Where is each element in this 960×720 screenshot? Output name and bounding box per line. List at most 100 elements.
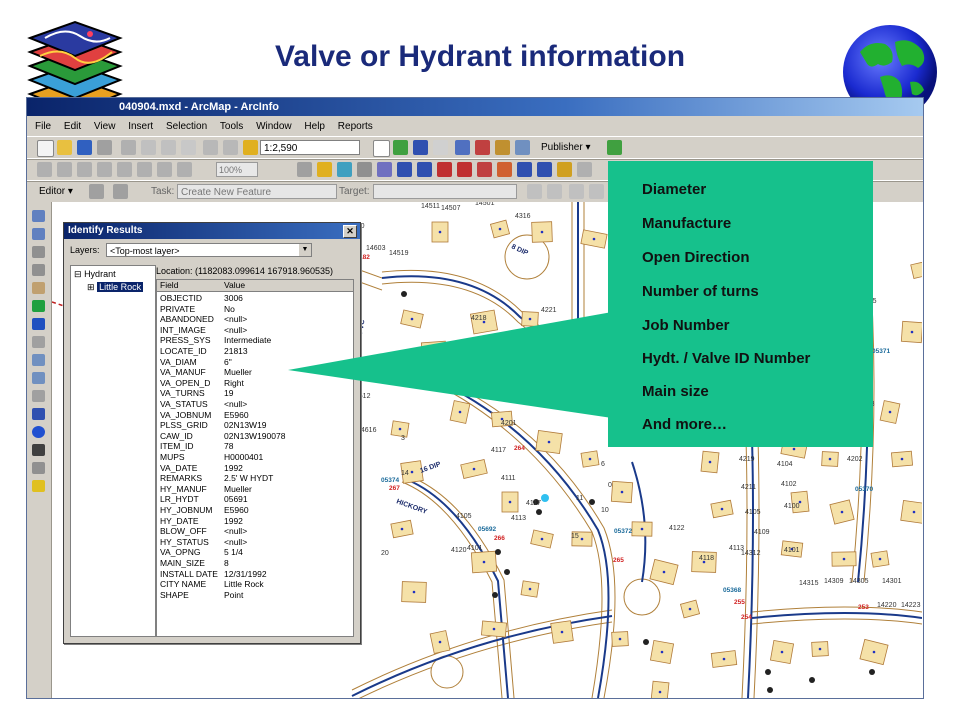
hand-pan-icon[interactable]	[32, 282, 45, 294]
attribute-row[interactable]: VA_OPNG 5 1/4	[157, 547, 353, 558]
print-icon[interactable]	[97, 140, 112, 155]
table-icon[interactable]	[475, 140, 490, 155]
undo-icon[interactable]	[203, 140, 218, 155]
value-column-header[interactable]: Value	[224, 280, 245, 291]
menu-insert[interactable]: Insert	[128, 121, 153, 132]
field-column-header[interactable]: Field	[160, 280, 178, 291]
report-icon[interactable]	[515, 140, 530, 155]
attribute-row[interactable]: VA_TURNS 19	[157, 388, 353, 399]
new-icon[interactable]	[37, 140, 54, 157]
sketch-tool-icon[interactable]	[113, 184, 128, 199]
zoom-in-fixed-icon[interactable]	[37, 162, 52, 177]
hyperlink-icon[interactable]	[32, 480, 45, 492]
attribute-row[interactable]: VA_OPEN_D Right	[157, 378, 353, 389]
arctoolbox-icon[interactable]	[393, 140, 408, 155]
fixed-zoom-in-icon[interactable]	[32, 246, 45, 258]
web-tool-icon[interactable]	[517, 162, 532, 177]
attribute-row[interactable]: SHAPE Point	[157, 590, 353, 601]
attribute-row[interactable]: REMARKS 2.5' W HYDT	[157, 473, 353, 484]
query-tool-icon[interactable]	[537, 162, 552, 177]
tree-node-little-rock[interactable]: ⊞ Little Rock	[87, 282, 144, 293]
publish-icon[interactable]	[607, 140, 622, 155]
attribute-row[interactable]: HY_STATUS <null>	[157, 537, 353, 548]
command-line-icon[interactable]	[413, 140, 428, 155]
menu-tools[interactable]: Tools	[220, 121, 243, 132]
sketch-properties-icon[interactable]	[589, 184, 604, 199]
attribute-row[interactable]: PRESS_SYS Intermediate	[157, 335, 353, 346]
chevron-down-icon[interactable]: ▼	[299, 244, 311, 256]
select-elements-icon[interactable]	[297, 162, 312, 177]
open-icon[interactable]	[57, 140, 72, 155]
junction-tool-icon[interactable]	[397, 162, 412, 177]
pan-icon[interactable]	[77, 162, 92, 177]
select-features-icon[interactable]	[32, 354, 45, 366]
layout-icon[interactable]	[455, 140, 470, 155]
delete-icon[interactable]	[181, 140, 196, 155]
fixed-zoom-out-icon[interactable]	[32, 264, 45, 276]
go-forward-icon[interactable]	[157, 162, 172, 177]
collapse-icon[interactable]: ⊟	[74, 269, 82, 279]
hydrant-tool-icon[interactable]	[317, 162, 332, 177]
fixed-zoom-icon[interactable]	[117, 162, 132, 177]
clear-selection-icon[interactable]	[32, 372, 45, 384]
tree-node-hydrant[interactable]: ⊟ Hydrant	[74, 269, 116, 280]
full-extent-globe-icon[interactable]	[32, 300, 45, 312]
attribute-row[interactable]: MUPS H0000401	[157, 452, 353, 463]
attribute-row[interactable]: HY_MANUF Mueller	[157, 484, 353, 495]
attribute-row[interactable]: LOCATE_ID 21813	[157, 346, 353, 357]
expand-icon[interactable]: ⊞	[87, 282, 95, 292]
redo-icon[interactable]	[223, 140, 238, 155]
grid-icon[interactable]	[495, 140, 510, 155]
attribute-row[interactable]: CITY NAME Little Rock	[157, 579, 353, 590]
attribute-row[interactable]: BLOW_OFF <null>	[157, 526, 353, 537]
trace-tool-icon[interactable]	[357, 162, 372, 177]
barrier-tool-icon[interactable]	[437, 162, 452, 177]
attribute-row[interactable]: VA_MANUF Mueller	[157, 367, 353, 378]
cut-icon[interactable]	[121, 140, 136, 155]
paste-icon[interactable]	[161, 140, 176, 155]
menu-file[interactable]: File	[35, 121, 51, 132]
valve-tool-icon[interactable]	[337, 162, 352, 177]
copy-icon[interactable]	[141, 140, 156, 155]
attribute-row[interactable]: ITEM_ID 78	[157, 441, 353, 452]
attribute-row[interactable]: HY_DATE 1992	[157, 516, 353, 527]
editor-toolbar-icon[interactable]	[373, 140, 390, 157]
zoom-in-icon[interactable]	[32, 210, 45, 222]
cut-tool-icon[interactable]	[457, 162, 472, 177]
attribute-row[interactable]: PRIVATE No	[157, 304, 353, 315]
map-scale-select[interactable]: 1:2,590	[260, 140, 360, 155]
rotate-tool-icon[interactable]	[547, 184, 562, 199]
layout-zoom-icon[interactable]	[177, 162, 192, 177]
attribute-row[interactable]: ABANDONED <null>	[157, 314, 353, 325]
find-icon[interactable]	[32, 444, 45, 456]
attribute-row[interactable]: VA_STATUS <null>	[157, 399, 353, 410]
attribute-row[interactable]: HY_JOBNUM E5960	[157, 505, 353, 516]
attribute-row[interactable]: PLSS_GRID 02N13W19	[157, 420, 353, 431]
menu-help[interactable]: Help	[304, 121, 325, 132]
save-icon[interactable]	[77, 140, 92, 155]
menu-edit[interactable]: Edit	[64, 121, 81, 132]
forward-arrow-icon[interactable]	[32, 336, 45, 348]
attribute-row[interactable]: CAW_ID 02N13W190078	[157, 431, 353, 442]
task-select[interactable]: Create New Feature	[177, 184, 337, 199]
target-select[interactable]	[373, 184, 517, 199]
attribute-row[interactable]: VA_JOBNUM E5960	[157, 410, 353, 421]
publisher-menu[interactable]: Publisher ▾	[541, 140, 591, 155]
add-data-icon[interactable]	[243, 140, 258, 155]
edit-tool-icon[interactable]	[89, 184, 104, 199]
attribute-row[interactable]: LR_HYDT 05691	[157, 494, 353, 505]
full-extent-icon[interactable]	[97, 162, 112, 177]
whats-this-icon[interactable]	[433, 140, 448, 155]
menu-window[interactable]: Window	[256, 121, 292, 132]
menu-reports[interactable]: Reports	[338, 121, 373, 132]
identify-icon[interactable]	[32, 426, 45, 438]
edge-tool-icon[interactable]	[417, 162, 432, 177]
zoom-percent-select[interactable]: 100%	[216, 162, 258, 177]
image-tool-icon[interactable]	[497, 162, 512, 177]
attribute-row[interactable]: VA_DIAM 6"	[157, 357, 353, 368]
editor-menu[interactable]: Editor ▾	[39, 184, 73, 199]
extra-tool-icon[interactable]	[577, 162, 592, 177]
label-tool-icon[interactable]	[557, 162, 572, 177]
layers-select[interactable]: <Top-most layer> ▼	[106, 243, 312, 257]
flow-tool-icon[interactable]	[377, 162, 392, 177]
